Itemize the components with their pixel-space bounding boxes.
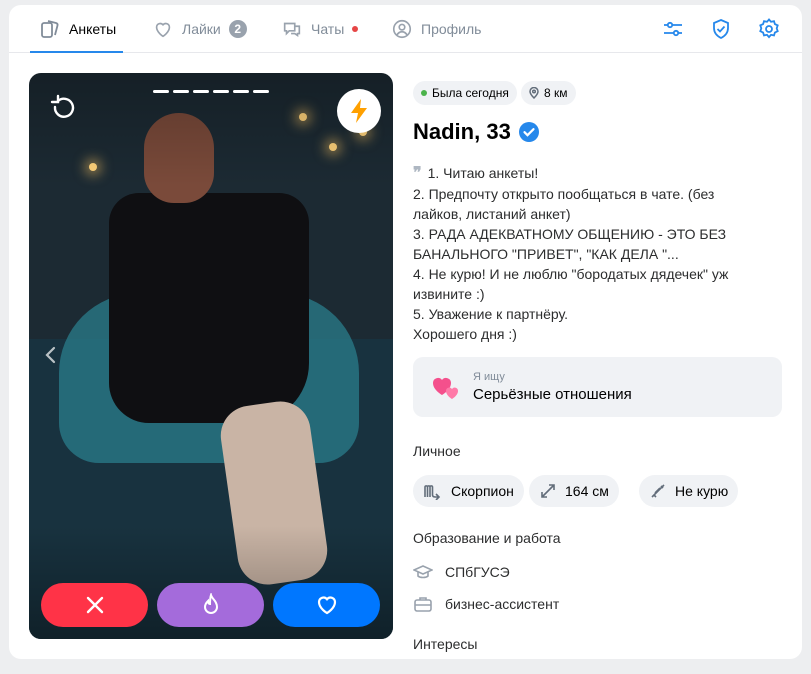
personal-title: Личное xyxy=(413,443,461,459)
tab-likes[interactable]: Лайки 2 xyxy=(152,5,247,53)
like-button[interactable] xyxy=(273,583,380,627)
tab-label: Профиль xyxy=(421,21,482,37)
dating-card: Анкеты Лайки 2 Чаты Профиль Была сегодня… xyxy=(9,5,802,659)
gear-icon[interactable] xyxy=(757,17,781,41)
seeking-label: Я ищу xyxy=(473,371,505,383)
profile-icon xyxy=(392,19,412,39)
undo-icon[interactable] xyxy=(49,93,77,121)
verified-icon xyxy=(518,122,539,142)
photo-shade xyxy=(29,73,393,639)
progress-segment xyxy=(213,90,229,93)
job-title: бизнес-ассистент xyxy=(445,596,560,612)
profile-bio: ❞ 1. Читаю анкеты! 2. Предпочту открыто п… xyxy=(413,163,785,344)
no-smoking-icon xyxy=(651,484,665,498)
bio-line: извините :) xyxy=(413,286,485,302)
tab-profiles[interactable]: Анкеты xyxy=(39,5,116,53)
seeking-card: Я ищу Серьёзные отношения xyxy=(413,357,782,417)
cards-icon xyxy=(41,20,59,38)
graduation-cap-icon xyxy=(413,565,433,579)
chats-icon xyxy=(283,22,301,37)
bio-line: 5. Уважение к партнёру. xyxy=(413,306,569,322)
online-dot xyxy=(421,90,427,96)
shield-check-icon[interactable] xyxy=(709,17,733,41)
bio-line: БАНАЛЬНОГО "ПРИВЕТ", "КАК ДЕЛА "... xyxy=(413,246,679,262)
boost-button[interactable] xyxy=(337,89,381,133)
tab-profile[interactable]: Профиль xyxy=(391,5,481,53)
chip-label: Скорпион xyxy=(451,483,514,499)
unread-dot xyxy=(352,26,359,32)
photo-progress xyxy=(153,90,269,93)
progress-segment xyxy=(193,90,209,93)
tab-chats[interactable]: Чаты xyxy=(281,5,359,53)
lightning-icon xyxy=(351,99,367,123)
bio-line: лайков, листаний анкет) xyxy=(413,206,571,222)
bio-line: 2. Предпочту открыто пообщаться в чате. … xyxy=(413,186,715,202)
chevron-left-icon[interactable] xyxy=(43,343,59,367)
hearts-icon xyxy=(433,378,459,399)
scorpio-icon xyxy=(424,485,441,500)
active-tab-indicator xyxy=(30,51,123,53)
quote-icon: ❞ xyxy=(413,165,422,182)
close-icon xyxy=(86,596,103,614)
chip-label: Не курю xyxy=(675,483,729,499)
status-chip: Была сегодня xyxy=(413,81,517,105)
profile-photo[interactable] xyxy=(29,73,393,639)
job-row: бизнес-ассистент xyxy=(413,595,559,613)
tab-label: Лайки xyxy=(182,21,221,37)
progress-segment xyxy=(233,90,249,93)
education-row: СПбГУСЭ xyxy=(413,563,510,581)
school-name: СПбГУСЭ xyxy=(445,564,510,580)
education-title: Образование и работа xyxy=(413,530,561,546)
smoking-chip: Не курю xyxy=(639,475,739,507)
status-text: Была сегодня xyxy=(432,86,509,100)
distance-chip: 8 км xyxy=(521,81,576,105)
seeking-value: Серьёзные отношения xyxy=(473,386,632,403)
likes-count-badge: 2 xyxy=(228,20,247,38)
height-chip: 164 см xyxy=(529,475,619,507)
profile-name: Nadin, 33 xyxy=(413,119,539,145)
dislike-button[interactable] xyxy=(41,583,148,627)
location-pin-icon xyxy=(529,87,539,99)
zodiac-chip: Скорпион xyxy=(413,475,524,507)
progress-segment xyxy=(173,90,189,93)
height-icon xyxy=(541,484,555,498)
seeking-text: Я ищу Серьёзные отношения xyxy=(473,371,632,403)
distance-text: 8 км xyxy=(544,86,568,100)
bio-line: 3. РАДА АДЕКВАТНОМУ ОБЩЕНИЮ - ЭТО БЕЗ xyxy=(413,226,727,242)
bio-line: ❞ 1. Читаю анкеты! xyxy=(413,165,539,182)
progress-segment xyxy=(153,90,169,93)
tab-label: Анкеты xyxy=(69,21,117,37)
flame-icon xyxy=(203,593,218,614)
name-text: Nadin, 33 xyxy=(413,119,511,144)
heart-outline-icon xyxy=(317,596,336,615)
top-navigation: Анкеты Лайки 2 Чаты Профиль xyxy=(9,5,802,53)
bio-line: Хорошего дня :) xyxy=(413,326,517,342)
superlike-button[interactable] xyxy=(157,583,264,627)
progress-segment xyxy=(253,90,269,93)
filters-icon[interactable] xyxy=(661,17,685,41)
chip-label: 164 см xyxy=(565,483,609,499)
interests-title: Интересы xyxy=(413,636,478,652)
heart-icon xyxy=(155,22,171,38)
bio-line: 4. Не курю! И не люблю "бородатых дядече… xyxy=(413,266,729,282)
tab-label: Чаты xyxy=(311,21,345,37)
briefcase-icon xyxy=(414,597,432,612)
